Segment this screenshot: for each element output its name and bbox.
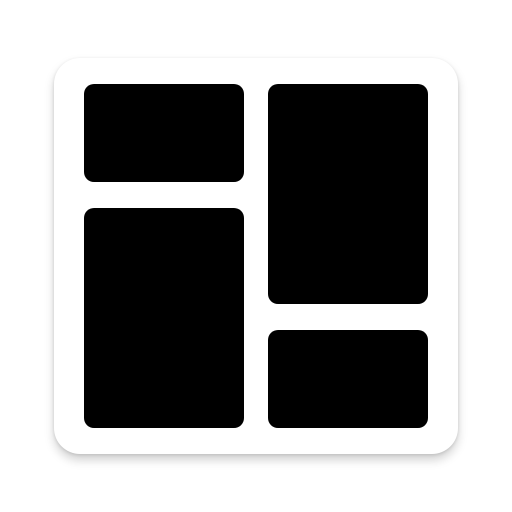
panel-top-left: [84, 84, 244, 182]
panel-top-right: [268, 84, 428, 304]
panel-bottom-right: [268, 330, 428, 428]
screen: [0, 0, 512, 512]
dashboard-layout-icon[interactable]: [54, 58, 458, 454]
panel-bottom-left: [84, 208, 244, 428]
